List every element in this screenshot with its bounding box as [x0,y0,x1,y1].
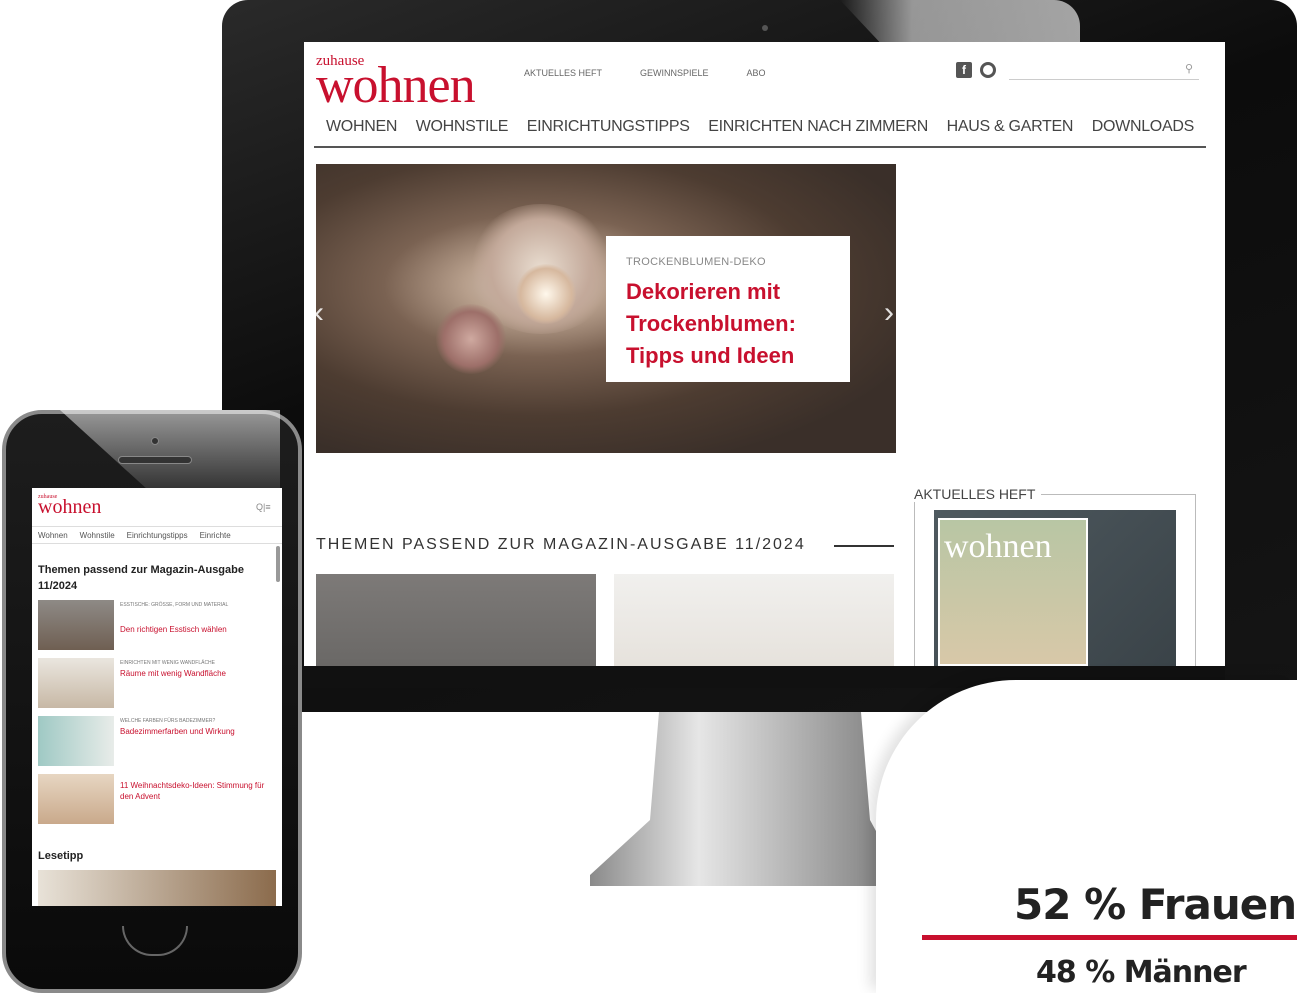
hero-title-line: Dekorieren mit [626,279,781,304]
monitor-stand [590,700,900,886]
list-item-thumbnail [38,600,114,650]
stage: zuhause wohnen AKTUELLES HEFT GEWINNSPIE… [0,0,1297,993]
mobile-search-menu-icon[interactable]: Q|≡ [256,502,271,512]
list-item[interactable]: 11 Weihnachtsdeko-Ideen: Stimmung für de… [38,774,278,824]
hero-prev-arrow[interactable]: ‹ [316,296,324,330]
heft-label: AKTUELLES HEFT [914,486,1042,502]
hero-next-arrow[interactable]: › [884,296,894,330]
hero-title-line: Trockenblumen: [626,311,796,336]
hero-title-line: Tipps und Ideen [626,343,795,368]
mobile-nav-item[interactable]: Wohnen [38,527,68,543]
search-input[interactable]: ⚲ [1009,62,1199,80]
stat-men: 48 % Männer [1036,955,1247,990]
list-item-kicker: ESSTISCHE: GRÖSSE, FORM UND MATERIAL [120,602,229,608]
top-link-abo[interactable]: ABO [747,68,766,78]
desktop-screen: zuhause wohnen AKTUELLES HEFT GEWINNSPIE… [304,42,1225,666]
mobile-logo-big: wohnen [38,496,102,518]
social-icons: f [956,62,996,78]
nav-item-einrichtungstipps[interactable]: EINRICHTUNGSTIPPS [527,110,690,146]
pinterest-icon[interactable] [980,62,996,78]
hero-kicker: TROCKENBLUMEN-DEKO [626,256,766,268]
hero-card[interactable]: TROCKENBLUMEN-DEKO Dekorieren mit Trocke… [606,236,850,382]
list-item[interactable]: WELCHE FARBEN FÜRS BADEZIMMER? Badezimme… [38,716,278,766]
mobile-nav: Wohnen Wohnstile Einrichtungstipps Einri… [32,526,282,544]
section-divider [834,545,894,547]
mobile-scrollbar[interactable] [276,546,280,582]
nav-item-wohnen[interactable]: WOHNEN [326,110,397,146]
hero-flower [516,264,576,324]
hero-slider[interactable]: ‹ › TROCKENBLUMEN-DEKO Dekorieren mit Tr… [316,164,896,453]
list-item-kicker: EINRICHTEN MIT WENIG WANDFLÄCHE [120,660,216,666]
stat-divider [922,935,1297,940]
nav-item-wohnstile[interactable]: WOHNSTILE [416,110,509,146]
hero-title: Dekorieren mit Trockenblumen: Tipps und … [626,276,830,372]
top-link-heft[interactable]: AKTUELLES HEFT [524,68,602,78]
list-item-kicker: WELCHE FARBEN FÜRS BADEZIMMER? [120,718,216,724]
mobile-lesetipp-image[interactable] [38,870,276,906]
mobile-nav-item[interactable]: Wohnstile [80,527,115,543]
top-link-gewinnspiele[interactable]: GEWINNSPIELE [640,68,709,78]
list-item-title: 11 Weihnachtsdeko-Ideen: Stimmung für de… [120,781,265,801]
mobile-screen: zuhause wohnen Q|≡ Wohnen Wohnstile Einr… [32,488,282,906]
list-item-thumbnail [38,658,114,708]
list-item-thumbnail [38,716,114,766]
article-thumbnail[interactable] [316,574,596,666]
mobile-heading: Themen passend zur Magazin-Ausgabe 11/20… [38,564,244,592]
phone-camera-icon [151,437,159,445]
article-thumbnail[interactable] [614,574,894,666]
logo-big: wohnen [316,57,476,114]
top-links: AKTUELLES HEFT GEWINNSPIELE ABO [524,68,766,78]
search-icon[interactable]: ⚲ [1185,62,1193,75]
hero-flower [436,304,506,374]
list-item-title: Den richtigen Esstisch wählen [120,625,227,634]
heft-magazine-image[interactable]: wohnen [938,518,1088,666]
phone-speaker [118,456,192,464]
stats-badge [876,680,1297,993]
list-item[interactable]: EINRICHTEN MIT WENIG WANDFLÄCHE Räume mi… [38,658,278,708]
heft-magazine-title: wohnen [944,528,1052,565]
nav-item-downloads[interactable]: DOWNLOADS [1092,110,1195,146]
list-item-thumbnail [38,774,114,824]
mobile-nav-item[interactable]: Einrichte [200,527,231,543]
mobile-nav-item[interactable]: Einrichtungstipps [127,527,188,543]
facebook-icon[interactable]: f [956,62,972,78]
list-item-title: Räume mit wenig Wandfläche [120,669,226,678]
stat-women: 52 % Frauen [1014,880,1297,929]
nav-item-zimmer[interactable]: EINRICHTEN NACH ZIMMERN [708,110,928,146]
camera-icon [762,25,768,31]
section-title: THEMEN PASSEND ZUR MAGAZIN-AUSGABE 11/20… [316,536,806,553]
list-item[interactable]: ESSTISCHE: GRÖSSE, FORM UND MATERIAL Den… [38,600,278,650]
list-item-title: Badezimmerfarben und Wirkung [120,727,235,736]
mobile-lesetipp-heading: Lesetipp [38,850,84,862]
nav-item-haus-garten[interactable]: HAUS & GARTEN [947,110,1074,146]
main-nav: WOHNEN WOHNSTILE EINRICHTUNGSTIPPS EINRI… [314,110,1206,148]
